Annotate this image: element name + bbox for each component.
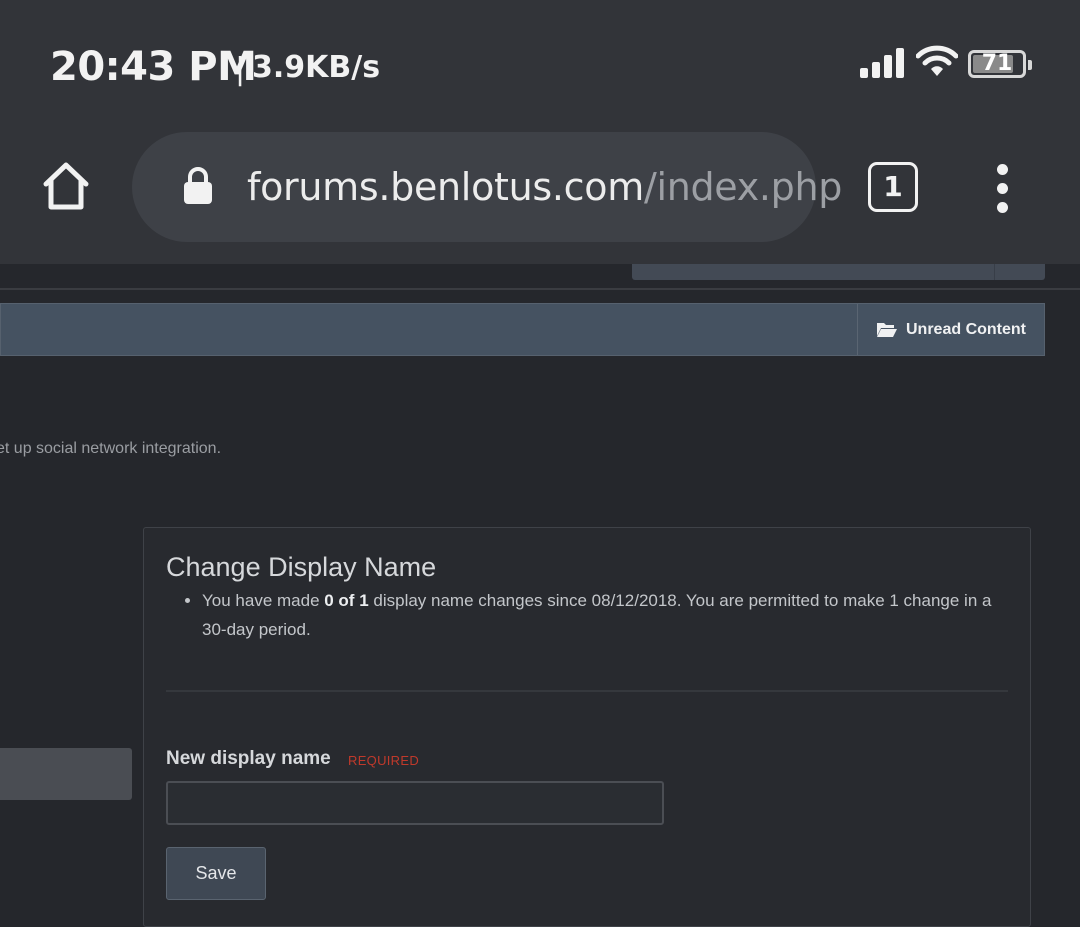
sidebar-field[interactable] — [0, 748, 132, 800]
info-item: You have made 0 of 1 display name change… — [202, 586, 992, 644]
secondary-nav-bar: Unread Content — [0, 303, 1045, 356]
info-list: You have made 0 of 1 display name change… — [202, 586, 992, 644]
browser-toolbar: forums.benlotus.com/index.php 1 — [0, 130, 1080, 264]
battery-level: 71 — [981, 51, 1013, 76]
address-bar[interactable]: forums.benlotus.com/index.php — [132, 132, 842, 242]
change-display-name-panel: Change Display Name You have made 0 of 1… — [143, 527, 1031, 927]
url-path: /index.php — [643, 165, 843, 209]
status-bar: 20:43 PM | 3.9KB/s 71 — [0, 0, 1080, 130]
unread-content-label: Unread Content — [906, 320, 1026, 338]
status-separator: | — [235, 52, 246, 87]
signal-bars-icon — [860, 48, 904, 78]
vertical-dots-icon[interactable] — [992, 164, 1012, 214]
panel-title: Change Display Name — [166, 552, 437, 582]
tab-switcher-button[interactable]: 1 — [868, 162, 918, 212]
home-icon[interactable] — [40, 160, 92, 212]
display-name-label: New display name — [166, 748, 331, 769]
lock-icon — [184, 167, 212, 204]
display-name-input[interactable] — [166, 781, 664, 825]
folder-open-icon — [877, 323, 897, 337]
header-divider — [0, 288, 1080, 290]
unread-content-button[interactable]: Unread Content — [857, 304, 1044, 355]
top-search-stub — [632, 264, 1045, 280]
url-host: forums.benlotus.com — [247, 165, 644, 209]
info-count: 0 of 1 — [324, 591, 369, 610]
network-speed: 3.9KB/s — [252, 50, 381, 85]
url-text[interactable]: forums.benlotus.com/index.php — [247, 165, 842, 209]
wifi-icon — [916, 45, 958, 76]
battery-icon: 71 — [968, 50, 1032, 78]
clock: 20:43 PM — [50, 44, 257, 90]
save-button[interactable]: Save — [166, 847, 266, 900]
panel-divider — [166, 690, 1008, 692]
intro-text: et up social network integration. — [0, 440, 222, 457]
battery-nub — [1028, 60, 1032, 70]
required-badge: REQUIRED — [348, 753, 420, 768]
